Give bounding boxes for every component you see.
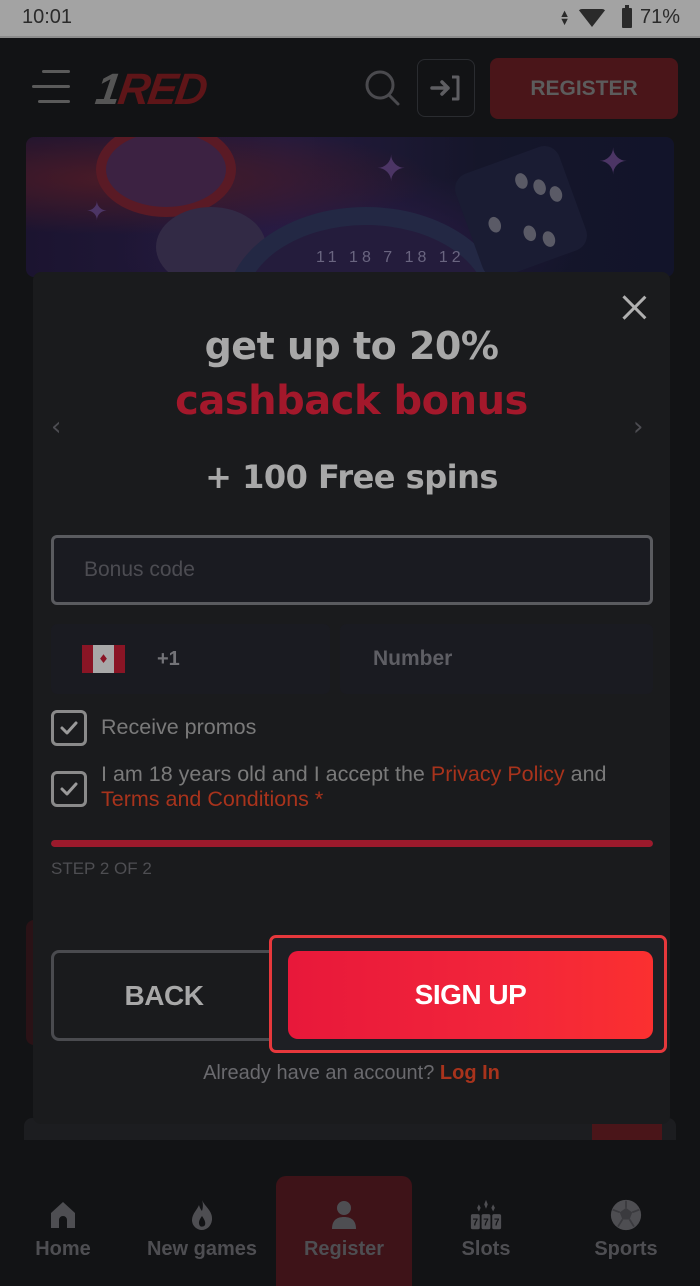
sign-up-button[interactable]: SIGN UP [288,951,653,1039]
search-icon[interactable] [362,68,402,108]
login-link[interactable]: Log In [440,1062,500,1084]
step-progress-bar [51,840,653,847]
privacy-policy-link[interactable]: Privacy Policy [431,762,565,786]
promo-headline: get up to 20% [204,324,499,368]
nav-item-slots[interactable]: 777 Slots [446,1170,526,1280]
nav-item-register[interactable]: Register [276,1176,412,1286]
casino-chip-image [96,137,236,217]
battery-icon [621,4,632,28]
register-button[interactable]: REGISTER [490,58,678,119]
close-icon[interactable] [617,290,651,324]
wifi-icon [577,8,606,27]
step-progress-fill [51,840,653,847]
signup-highlight-frame: SIGN UP [269,935,667,1053]
step-label: STEP 2 OF 2 [51,859,152,878]
login-prompt: Already have an account? Log In [203,1062,500,1084]
flame-icon [186,1198,218,1232]
status-time: 10:01 [22,6,73,28]
svg-text:7: 7 [473,1218,478,1229]
star-decoration: ✦ [598,142,629,183]
required-mark: * [308,787,324,811]
accept-terms-checkbox[interactable] [51,771,87,807]
data-transfer-icon: ▲ ▼ [559,7,570,28]
user-icon [328,1198,360,1232]
login-icon [430,75,460,101]
promo-headline-highlight: cashback bonus [175,378,528,424]
promo-banner[interactable]: ✦ ✦ ✦ 11 18 7 18 12 [26,137,674,277]
terms-link[interactable]: Terms and Conditions [101,787,309,811]
slots-icon: 777 [470,1198,502,1232]
star-decoration: ✦ [86,197,108,227]
country-code-select[interactable]: ♦ +1 [51,624,330,694]
accept-terms-row: I am 18 years old and I accept the Priva… [51,762,641,812]
nav-item-new-games[interactable]: New games [140,1170,264,1280]
status-icons: ▲ ▼ 71% [559,4,680,29]
checkmark-icon [60,721,78,735]
receive-promos-row: Receive promos [51,710,641,746]
home-icon [47,1198,79,1232]
bonus-code-input[interactable] [51,535,653,605]
promo-subheadline: + 100 Free spins [205,458,498,496]
svg-text:7: 7 [483,1218,488,1229]
logo[interactable]: 1RED [92,65,209,115]
bottom-nav: Home New games Register 777 Slots Sports [0,1170,700,1286]
checkmark-icon [60,782,78,796]
status-bar: 10:01 ▲ ▼ 71% [0,0,700,38]
login-button[interactable] [417,59,475,117]
phone-number-input[interactable] [340,624,653,694]
roulette-numbers: 11 18 7 18 12 [316,249,465,266]
app-header: 1RED REGISTER [0,40,700,135]
nav-item-sports[interactable]: Sports [586,1170,666,1280]
star-decoration: ✦ [376,149,407,190]
nav-item-home[interactable]: Home [23,1170,103,1280]
back-button[interactable]: BACK [51,950,277,1041]
receive-promos-label: Receive promos [101,715,257,739]
battery-percent: 71% [639,6,680,28]
canada-flag-icon: ♦ [82,645,125,673]
accept-terms-label: I am 18 years old and I accept the Priva… [101,762,607,811]
receive-promos-checkbox[interactable] [51,710,87,746]
svg-text:7: 7 [494,1218,499,1229]
country-code: +1 [157,647,180,670]
menu-icon[interactable] [32,67,72,107]
soccer-ball-icon [610,1198,642,1232]
registration-modal: ‹ › get up to 20% cashback bonus + 100 F… [33,272,670,1124]
